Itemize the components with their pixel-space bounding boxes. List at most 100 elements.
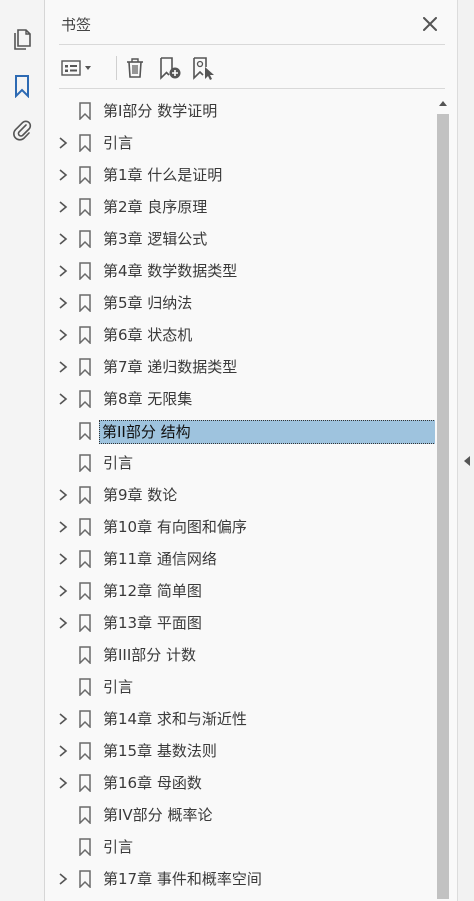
- bookmark-item[interactable]: 第8章 无限集: [45, 384, 435, 414]
- bookmark-icon: [79, 326, 91, 344]
- bookmark-item[interactable]: 第3章 逻辑公式: [45, 224, 435, 254]
- vertical-scrollbar[interactable]: [435, 96, 451, 901]
- bookmark-item[interactable]: 第4章 数学数据类型: [45, 256, 435, 286]
- bookmark-icon: [79, 518, 91, 536]
- bookmark-label: 第9章 数论: [103, 486, 178, 504]
- bookmark-icon: [79, 550, 91, 568]
- toolbar-separator: [116, 56, 117, 80]
- collapse-panel-strip[interactable]: [457, 0, 474, 901]
- chevron-right-icon[interactable]: [57, 584, 69, 598]
- bookmark-icon[interactable]: [8, 72, 36, 100]
- chevron-right-icon[interactable]: [57, 264, 69, 278]
- bookmark-label: 第II部分 结构: [99, 420, 435, 444]
- bookmark-label: 第2章 良序原理: [103, 198, 208, 216]
- scrollbar-thumb[interactable]: [437, 114, 449, 899]
- chevron-right-icon[interactable]: [57, 328, 69, 342]
- bookmark-icon: [79, 582, 91, 600]
- bookmark-label: 第10章 有向图和偏序: [103, 518, 247, 536]
- bookmark-label: 第1章 什么是证明: [103, 166, 223, 184]
- bookmark-item[interactable]: 第IV部分 概率论: [45, 800, 435, 830]
- bookmark-item[interactable]: 第17章 事件和概率空间: [45, 864, 435, 894]
- bookmark-item[interactable]: 第I部分 数学证明: [45, 96, 435, 126]
- bookmark-label: 第15章 基数法则: [103, 742, 217, 760]
- chevron-right-icon[interactable]: [57, 360, 69, 374]
- chevron-right-icon[interactable]: [57, 488, 69, 502]
- bookmark-item[interactable]: 第11章 通信网络: [45, 544, 435, 574]
- bookmark-icon: [79, 134, 91, 152]
- chevron-right-icon[interactable]: [57, 776, 69, 790]
- bookmark-label: 第3章 逻辑公式: [103, 230, 208, 248]
- bookmark-icon: [79, 198, 91, 216]
- bookmark-tree: 第I部分 数学证明 引言 第1章 什么是证明 第2章 良序原理 第3章 逻辑公式 第4章 …: [45, 96, 435, 901]
- bookmark-icon: [79, 870, 91, 888]
- close-icon[interactable]: [420, 14, 440, 34]
- chevron-right-icon[interactable]: [57, 392, 69, 406]
- chevron-right-icon[interactable]: [57, 232, 69, 246]
- bookmark-item[interactable]: 第7章 递归数据类型: [45, 352, 435, 382]
- divider: [59, 44, 445, 45]
- bookmark-item[interactable]: 第10章 有向图和偏序: [45, 512, 435, 542]
- bookmark-label: 第17章 事件和概率空间: [103, 870, 262, 888]
- chevron-right-icon[interactable]: [57, 520, 69, 534]
- bookmark-item[interactable]: 第III部分 计数: [45, 640, 435, 670]
- bookmark-item[interactable]: 第15章 基数法则: [45, 736, 435, 766]
- bookmark-label: 第IV部分 概率论: [103, 806, 213, 824]
- bookmark-item[interactable]: 引言: [45, 128, 435, 158]
- bookmark-item[interactable]: 第2章 良序原理: [45, 192, 435, 222]
- bookmark-item[interactable]: 第1章 什么是证明: [45, 160, 435, 190]
- bookmark-label: 引言: [103, 678, 134, 696]
- bookmark-icon: [79, 486, 91, 504]
- bookmark-icon: [79, 742, 91, 760]
- bookmark-label: 第6章 状态机: [103, 326, 193, 344]
- bookmark-icon: [79, 166, 91, 184]
- bookmark-label: 第8章 无限集: [103, 390, 193, 408]
- scroll-up-arrow-icon[interactable]: [439, 101, 447, 106]
- attachment-icon[interactable]: [8, 116, 36, 144]
- panel-title: 书签: [61, 16, 92, 34]
- pages-icon[interactable]: [8, 24, 36, 52]
- bookmark-item[interactable]: 第6章 状态机: [45, 320, 435, 350]
- collapse-arrow-icon[interactable]: [464, 456, 470, 466]
- bookmark-item[interactable]: 第12章 简单图: [45, 576, 435, 606]
- new-bookmark-icon[interactable]: [157, 54, 183, 82]
- bookmark-label: 第5章 归纳法: [103, 294, 193, 312]
- bookmark-item[interactable]: 第5章 归纳法: [45, 288, 435, 318]
- bookmark-icon: [79, 230, 91, 248]
- bookmark-label: 第III部分 计数: [103, 646, 197, 664]
- options-menu-icon: [61, 60, 91, 76]
- bookmark-label: 第7章 递归数据类型: [103, 358, 238, 376]
- chevron-right-icon[interactable]: [57, 712, 69, 726]
- bookmark-icon: [79, 294, 91, 312]
- bookmark-icon: [79, 614, 91, 632]
- bookmark-icon: [79, 646, 91, 664]
- bookmark-label: 引言: [103, 838, 134, 856]
- bookmark-item[interactable]: 第9章 数论: [45, 480, 435, 510]
- bookmark-item[interactable]: 第16章 母函数: [45, 768, 435, 798]
- chevron-right-icon[interactable]: [57, 616, 69, 630]
- bookmark-item[interactable]: 引言: [45, 832, 435, 862]
- delete-icon[interactable]: [123, 54, 147, 82]
- bookmark-item[interactable]: 第13章 平面图: [45, 608, 435, 638]
- bookmark-item[interactable]: 引言: [45, 672, 435, 702]
- bookmark-item[interactable]: 引言: [45, 448, 435, 478]
- bookmark-icon: [79, 678, 91, 696]
- divider: [59, 88, 445, 89]
- bookmarks-panel: 书签 第I部分 数学证明 引言 第1章 什么是证明 第2章 良序原理 第3章 逻…: [45, 0, 457, 901]
- bookmark-item[interactable]: 第14章 求和与渐近性: [45, 704, 435, 734]
- left-navigation-rail: [0, 0, 45, 901]
- chevron-right-icon[interactable]: [57, 552, 69, 566]
- chevron-right-icon[interactable]: [57, 200, 69, 214]
- bookmark-label: 引言: [103, 454, 134, 472]
- bookmark-icon: [79, 774, 91, 792]
- bookmark-label: 引言: [103, 134, 134, 152]
- chevron-right-icon[interactable]: [57, 744, 69, 758]
- chevron-right-icon[interactable]: [57, 872, 69, 886]
- bookmark-from-selection-icon[interactable]: [191, 54, 217, 82]
- options-menu-button[interactable]: [59, 54, 97, 82]
- bookmark-label: 第14章 求和与渐近性: [103, 710, 247, 728]
- bookmark-item[interactable]: 第II部分 结构: [45, 416, 435, 446]
- bookmark-icon: [79, 838, 91, 856]
- chevron-right-icon[interactable]: [57, 168, 69, 182]
- chevron-right-icon[interactable]: [57, 136, 69, 150]
- chevron-right-icon[interactable]: [57, 296, 69, 310]
